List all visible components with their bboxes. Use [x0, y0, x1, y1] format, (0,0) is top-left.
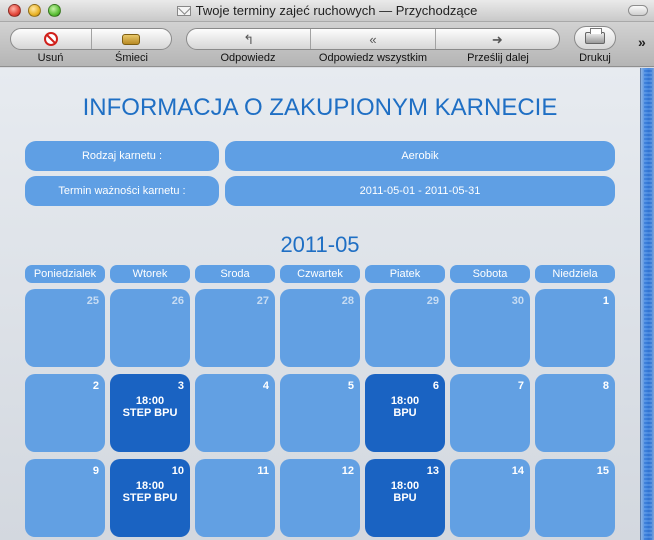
day-number: 15	[596, 465, 609, 477]
print-button[interactable]	[574, 26, 616, 50]
validity-value: 2011-05-01 - 2011-05-31	[225, 176, 615, 206]
vertical-scrollbar[interactable]	[640, 68, 654, 540]
calendar-day: 15	[535, 459, 615, 537]
toolbar: Usuń Śmieci ↰ « ➜ Odpowiedz Odpowiedz ws…	[0, 22, 654, 67]
reply-icon: ↰	[243, 31, 255, 47]
calendar-day: 8	[535, 374, 615, 452]
reply-button[interactable]: ↰	[187, 29, 312, 49]
day-number: 28	[341, 295, 354, 307]
day-number: 12	[341, 465, 354, 477]
day-number: 3	[177, 380, 184, 392]
reply-all-icon: «	[369, 31, 377, 47]
ticket-type-label: Rodzaj karnetu :	[25, 141, 219, 171]
calendar-day: 11	[195, 459, 275, 537]
ticket-type-value: Aerobik	[225, 141, 615, 171]
junk-button[interactable]	[92, 29, 172, 49]
day-number: 25	[86, 295, 99, 307]
calendar-event-day: 6 18:00 BPU	[365, 374, 445, 452]
calendar-day: 12	[280, 459, 360, 537]
window-title: Twoje terminy zajeć ruchowych — Przychod…	[195, 3, 478, 18]
envelope-icon	[176, 6, 191, 16]
day-number: 10	[171, 465, 184, 477]
window-title-wrap: Twoje terminy zajeć ruchowych — Przychod…	[0, 3, 654, 18]
delete-button[interactable]	[11, 29, 92, 49]
delete-label: Usuń	[37, 52, 64, 64]
calendar-day: 25	[25, 289, 105, 367]
weekday-header: Sroda	[195, 265, 275, 283]
weekday-header: Czwartek	[280, 265, 360, 283]
weekday-header: Niedziela	[535, 265, 615, 283]
calendar-day: 28	[280, 289, 360, 367]
event-name: STEP BPU	[122, 407, 178, 419]
day-number: 11	[257, 465, 269, 477]
toolbar-toggle-button[interactable]	[628, 5, 648, 16]
calendar-day: 5	[280, 374, 360, 452]
calendar-day: 30	[450, 289, 530, 367]
calendar-event-day: 3 18:00 STEP BPU	[110, 374, 190, 452]
calendar-day: 1	[535, 289, 615, 367]
event-time: 18:00	[390, 395, 420, 407]
day-number: 13	[426, 465, 439, 477]
day-number: 29	[426, 295, 439, 307]
delete-junk-segment	[10, 28, 172, 50]
junk-icon	[122, 33, 141, 45]
day-number: 27	[256, 295, 269, 307]
email-heading: INFORMACJA O ZAKUPIONYM KARNECIE	[82, 94, 558, 121]
delete-icon	[43, 32, 58, 46]
reply-label: Odpowiedz	[220, 52, 276, 64]
day-number: 2	[92, 380, 99, 392]
calendar-month: 2011-05	[280, 232, 360, 257]
calendar-day: 2	[25, 374, 105, 452]
event-name: BPU	[393, 492, 417, 504]
day-number: 26	[171, 295, 184, 307]
event-info: 18:00 BPU	[365, 480, 445, 504]
day-number: 5	[347, 380, 354, 392]
reply-all-label: Odpowiedz wszystkim	[318, 52, 428, 64]
calendar-event-day: 13 18:00 BPU	[365, 459, 445, 537]
forward-label: Prześlij dalej	[467, 52, 529, 64]
calendar-day: 29	[365, 289, 445, 367]
title-bar: Twoje terminy zajeć ruchowych — Przychod…	[0, 0, 654, 22]
event-info: 18:00 BPU	[365, 395, 445, 419]
validity-label: Termin ważności karnetu :	[25, 176, 219, 206]
calendar-day: 7	[450, 374, 530, 452]
forward-button[interactable]: ➜	[436, 29, 559, 49]
day-number: 6	[432, 380, 439, 392]
weekday-header: Poniedzialek	[25, 265, 105, 283]
day-number: 8	[602, 380, 609, 392]
calendar-day: 26	[110, 289, 190, 367]
event-info: 18:00 STEP BPU	[110, 395, 190, 419]
event-time: 18:00	[390, 480, 420, 492]
calendar-day: 4	[195, 374, 275, 452]
event-info: 18:00 STEP BPU	[110, 480, 190, 504]
reply-all-button[interactable]: «	[311, 29, 436, 49]
calendar-day: 27	[195, 289, 275, 367]
calendar-day: 9	[25, 459, 105, 537]
reply-segment: ↰ « ➜	[186, 28, 560, 50]
printer-icon	[585, 28, 605, 44]
forward-icon: ➜	[491, 31, 503, 47]
day-number: 1	[602, 295, 609, 307]
event-time: 18:00	[135, 395, 165, 407]
weekday-header: Wtorek	[110, 265, 190, 283]
toolbar-overflow-chevron-icon[interactable]: »	[638, 34, 646, 50]
event-name: STEP BPU	[122, 492, 178, 504]
calendar-event-day: 10 18:00 STEP BPU	[110, 459, 190, 537]
day-number: 30	[511, 295, 524, 307]
weekday-header: Piatek	[365, 265, 445, 283]
day-number: 4	[262, 380, 269, 392]
event-name: BPU	[393, 407, 417, 419]
day-number: 9	[92, 465, 99, 477]
junk-label: Śmieci	[114, 52, 148, 64]
weekday-header: Sobota	[450, 265, 530, 283]
calendar-day: 14	[450, 459, 530, 537]
day-number: 7	[517, 380, 524, 392]
day-number: 14	[511, 465, 524, 477]
event-time: 18:00	[135, 480, 165, 492]
print-label: Drukuj	[579, 52, 611, 64]
